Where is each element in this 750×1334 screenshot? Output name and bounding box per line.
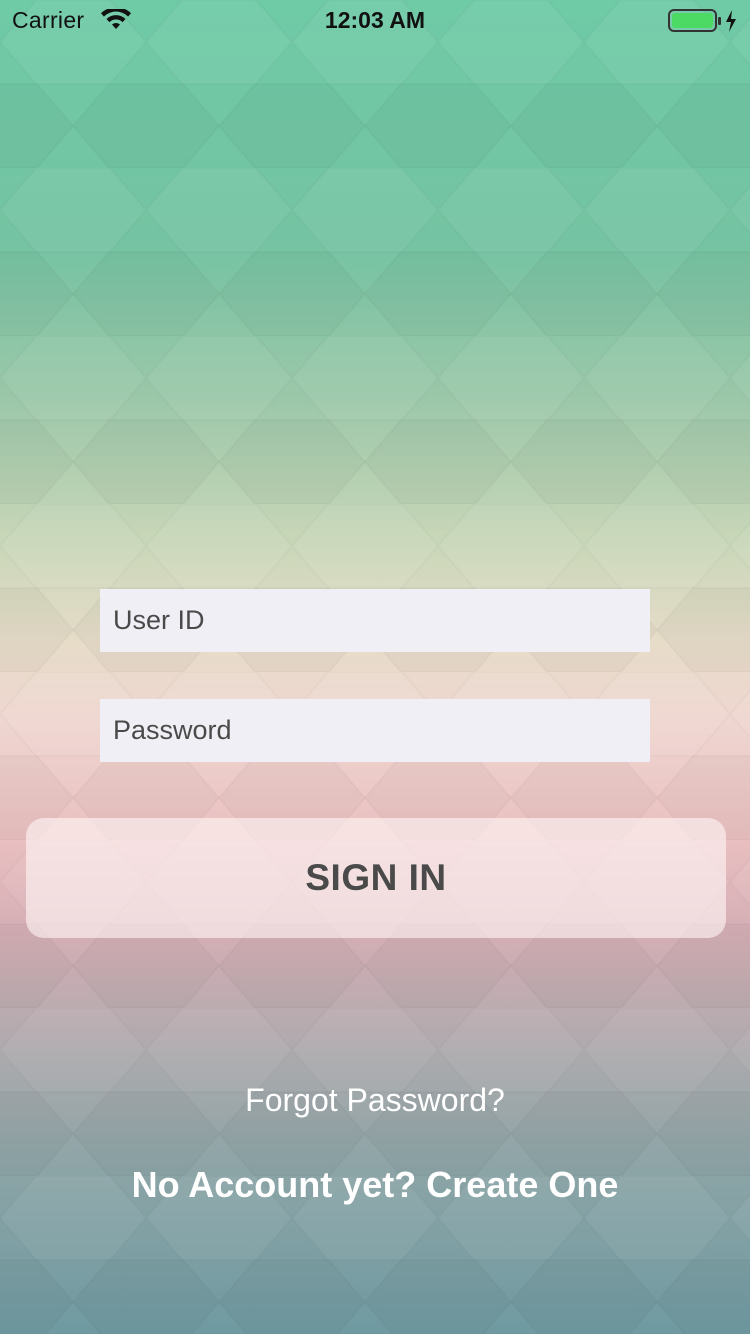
- create-account-link[interactable]: No Account yet? Create One: [0, 1164, 750, 1206]
- battery-charging-icon: [668, 8, 740, 34]
- sign-in-button[interactable]: SIGN IN: [26, 818, 726, 938]
- password-field[interactable]: [100, 699, 650, 762]
- user-id-input[interactable]: [113, 589, 650, 652]
- status-time: 12:03 AM: [324, 7, 426, 33]
- hexagon-background-pattern: [0, 0, 750, 1334]
- forgot-password-link[interactable]: Forgot Password?: [0, 1082, 750, 1119]
- password-input[interactable]: [113, 699, 650, 762]
- status-bar: Carrier 12:03 AM: [0, 0, 750, 40]
- user-id-field[interactable]: [100, 589, 650, 652]
